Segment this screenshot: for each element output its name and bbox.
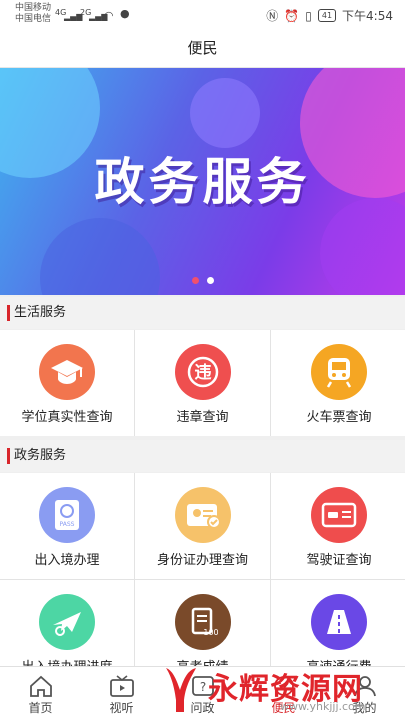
bottom-tab-bar: 首页 视听 ? 问政 便民 我的 xyxy=(0,666,405,720)
banner-title: 政务服务 xyxy=(94,153,311,211)
carousel-indicator xyxy=(192,277,214,284)
service-label: 违章查询 xyxy=(176,410,229,425)
service-label: 学位真实性查询 xyxy=(21,410,113,425)
service-exit-entry[interactable]: PASS 出入境办理 xyxy=(0,473,134,579)
service-degree-verification[interactable]: 学位真实性查询 xyxy=(0,330,134,436)
alarm-icon: ⏰ xyxy=(284,8,300,23)
status-bar: 中国移动 中国电信 4G ▂▄▆ 2G ▂▄▆ ◠ ● Ⓝ ⏰ ▯ 41 下午4… xyxy=(0,0,405,28)
tab-audio-video[interactable]: 视听 xyxy=(81,667,162,720)
exam-score-icon: 100 xyxy=(174,594,231,650)
page-title: 便民 xyxy=(187,39,218,57)
id-card-icon xyxy=(174,487,231,543)
battery-icon: 41 xyxy=(317,9,337,22)
service-id-card[interactable]: 身份证办理查询 xyxy=(135,473,270,579)
service-label: 身份证办理查询 xyxy=(156,553,248,568)
traffic-violation-icon: 违 xyxy=(174,344,231,400)
government-services-grid: PASS 出入境办理 身份证办理查询 驾驶证查询 出入境办理进度 100 高考成… xyxy=(0,473,405,686)
section-header-government-services: 政务服务 xyxy=(0,440,405,472)
svg-text:?: ? xyxy=(199,680,205,694)
nav-bar: 便民 xyxy=(0,28,405,68)
carousel-dot-1[interactable] xyxy=(192,277,199,284)
carousel-dot-2[interactable] xyxy=(207,277,214,284)
carrier-1: 中国移动 xyxy=(15,3,52,13)
highway-icon xyxy=(311,594,367,650)
carrier-2: 中国电信 xyxy=(15,14,52,24)
banner-carousel[interactable]: 政务服务 xyxy=(0,68,405,295)
clock: 下午4:54 xyxy=(342,9,393,23)
vibrate-icon: ▯ xyxy=(305,8,312,23)
service-train-tickets[interactable]: 火车票查询 xyxy=(271,330,405,436)
tab-label: 便民 xyxy=(271,701,296,715)
tab-inquiry[interactable]: ? 问政 xyxy=(162,667,243,720)
status-right: Ⓝ ⏰ ▯ 41 下午4:54 xyxy=(266,7,393,24)
tab-mine[interactable]: 我的 xyxy=(324,667,405,720)
driver-license-icon xyxy=(311,487,367,543)
service-driver-license[interactable]: 驾驶证查询 xyxy=(271,473,405,579)
banner-decoration xyxy=(40,218,160,295)
service-traffic-violation[interactable]: 违 违章查询 xyxy=(135,330,270,436)
nfc-icon: Ⓝ xyxy=(266,9,279,23)
svg-text:违: 违 xyxy=(194,362,211,383)
tab-convenience[interactable]: 便民 xyxy=(243,667,324,720)
tab-label: 问政 xyxy=(190,701,215,715)
service-label: 出入境办理 xyxy=(34,553,100,568)
passport-icon: PASS xyxy=(39,487,95,543)
home-icon xyxy=(29,675,52,697)
service-label: 驾驶证查询 xyxy=(306,553,372,568)
graduation-cap-icon xyxy=(39,344,95,400)
train-icon xyxy=(311,344,367,400)
carrier-info: 中国移动 中国电信 xyxy=(15,3,51,25)
tab-label: 我的 xyxy=(352,701,377,715)
svg-text:100: 100 xyxy=(203,628,218,637)
tab-label: 视听 xyxy=(109,701,134,715)
airplane-icon xyxy=(39,594,95,650)
tab-label: 首页 xyxy=(28,701,53,715)
section-header-life-services: 生活服务 xyxy=(0,297,405,329)
tv-icon xyxy=(109,675,134,697)
service-label: 火车票查询 xyxy=(306,410,372,425)
banner-decoration xyxy=(190,78,260,148)
convenience-icon xyxy=(273,676,294,696)
user-icon xyxy=(353,676,376,697)
question-icon: ? xyxy=(191,676,214,696)
life-services-grid: 学位真实性查询 违 违章查询 火车票查询 xyxy=(0,330,405,436)
wifi-icon: ◠ xyxy=(104,9,114,22)
tab-home[interactable]: 首页 xyxy=(0,667,81,720)
message-icon: ● xyxy=(120,7,130,20)
svg-text:PASS: PASS xyxy=(60,521,75,528)
